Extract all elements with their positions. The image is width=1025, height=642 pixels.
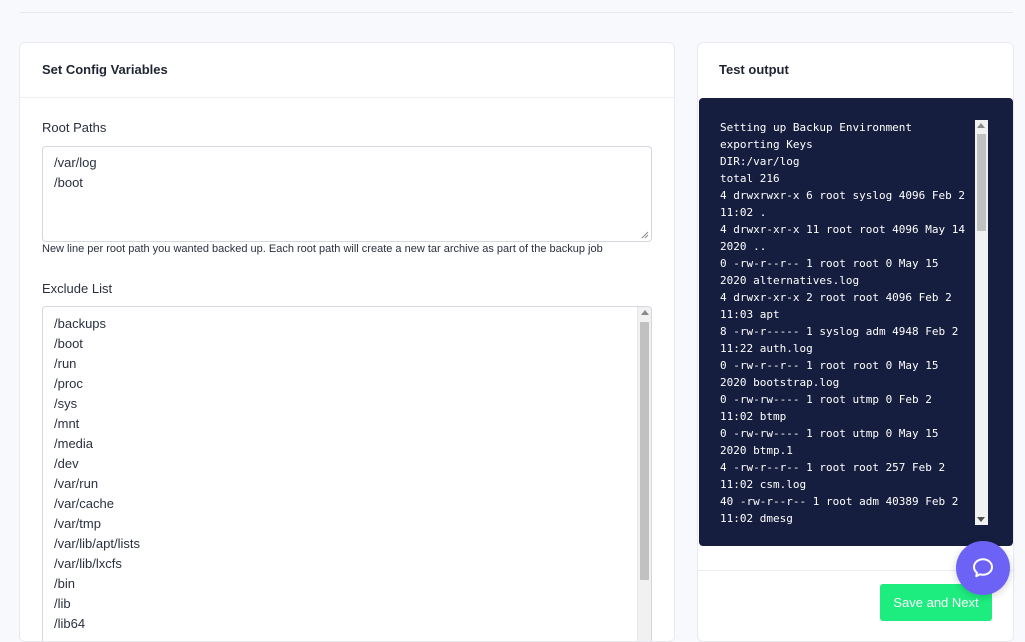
config-card-title: Set Config Variables	[20, 43, 674, 98]
root-paths-textarea[interactable]: /var/log/boot	[42, 146, 652, 242]
exclude-path-line: /proc	[54, 376, 83, 391]
terminal-line: 4 drwxrwxr-x 6 root syslog 4096 Feb 2 11…	[720, 189, 966, 219]
exclude-path-line: /var/tmp	[54, 516, 101, 531]
root-path-line: /var/log	[54, 155, 97, 170]
terminal-output: Setting up Backup Environment exporting K…	[699, 98, 1013, 546]
scroll-up-arrow-icon[interactable]	[641, 310, 649, 315]
terminal-line: 4 -rw-r--r-- 1 root root 257 Feb 2 11:02…	[720, 461, 952, 491]
exclude-path-line: /sys	[54, 396, 78, 411]
terminal-line: 0 -rw-rw---- 1 root utmp 0 Feb 2 11:02 b…	[720, 393, 939, 423]
root-paths-content: /var/log/boot	[54, 153, 640, 193]
terminal-line: Setting up Backup Environment	[720, 121, 913, 134]
chat-bubble-icon	[973, 558, 993, 578]
terminal-line: exporting Keys	[720, 138, 813, 151]
terminal-line: total 216	[720, 172, 780, 185]
terminal-line: 0 -rw-r--r-- 1 root root 0 May 15 2020 b…	[720, 359, 946, 389]
exclude-path-line: /var/lib/apt/lists	[54, 536, 140, 551]
terminal-line: 0 -rw-r--r-- 1 root root 0 May 15 2020 a…	[720, 257, 946, 287]
scroll-down-arrow-icon[interactable]	[977, 517, 985, 522]
exclude-list-content: /backups/boot/run/proc/sys/mnt/media/dev…	[54, 314, 640, 634]
help-launcher-button[interactable]	[956, 541, 1010, 595]
exclude-path-line: /lib	[54, 596, 71, 611]
scrollbar-thumb[interactable]	[977, 134, 986, 231]
exclude-list-label: Exclude List	[42, 281, 113, 296]
exclude-list-scrollbar[interactable]	[637, 307, 651, 641]
exclude-path-line: /boot	[54, 336, 83, 351]
terminal-line: 40 -rw-r--r-- 1 root adm 40389 Feb 2 11:…	[720, 495, 966, 525]
terminal-line: DIR:/var/log	[720, 155, 800, 168]
config-variables-card: Set Config Variables Root Paths /var/log…	[19, 42, 675, 642]
root-paths-help: New line per root path you wanted backed…	[42, 243, 603, 255]
exclude-path-line: /mnt	[54, 416, 80, 431]
exclude-path-line: /var/lib/lxcfs	[54, 556, 122, 571]
terminal-line: 4 drwxr-xr-x 11 root root 4096 May 14 20…	[720, 223, 966, 253]
exclude-path-line: /run	[54, 356, 77, 371]
top-divider	[20, 12, 1013, 13]
exclude-path-line: /var/cache	[54, 496, 114, 511]
output-card-title: Test output	[719, 62, 789, 77]
exclude-path-line: /dev	[54, 456, 79, 471]
exclude-path-line: /bin	[54, 576, 75, 591]
exclude-path-line: /media	[54, 436, 94, 451]
root-path-line: /boot	[54, 175, 83, 190]
exclude-path-line: /backups	[54, 316, 107, 331]
terminal-line: 4 drwxr-xr-x 2 root root 4096 Feb 2 11:0…	[720, 291, 959, 321]
terminal-text: Setting up Backup Environment exporting K…	[720, 119, 970, 525]
exclude-path-line: /lib64	[54, 616, 86, 631]
exclude-list-textarea[interactable]: /backups/boot/run/proc/sys/mnt/media/dev…	[42, 306, 652, 641]
scrollbar-thumb[interactable]	[640, 322, 649, 580]
terminal-line: 8 -rw-r----- 1 syslog adm 4948 Feb 2 11:…	[720, 325, 966, 355]
terminal-scrollbar[interactable]	[975, 120, 988, 525]
exclude-path-line: /var/run	[54, 476, 99, 491]
scroll-up-arrow-icon[interactable]	[977, 123, 985, 128]
root-paths-label: Root Paths	[42, 120, 107, 135]
terminal-line: 0 -rw-rw---- 1 root utmp 0 May 15 2020 b…	[720, 427, 946, 457]
resize-grip-icon[interactable]	[641, 231, 649, 239]
